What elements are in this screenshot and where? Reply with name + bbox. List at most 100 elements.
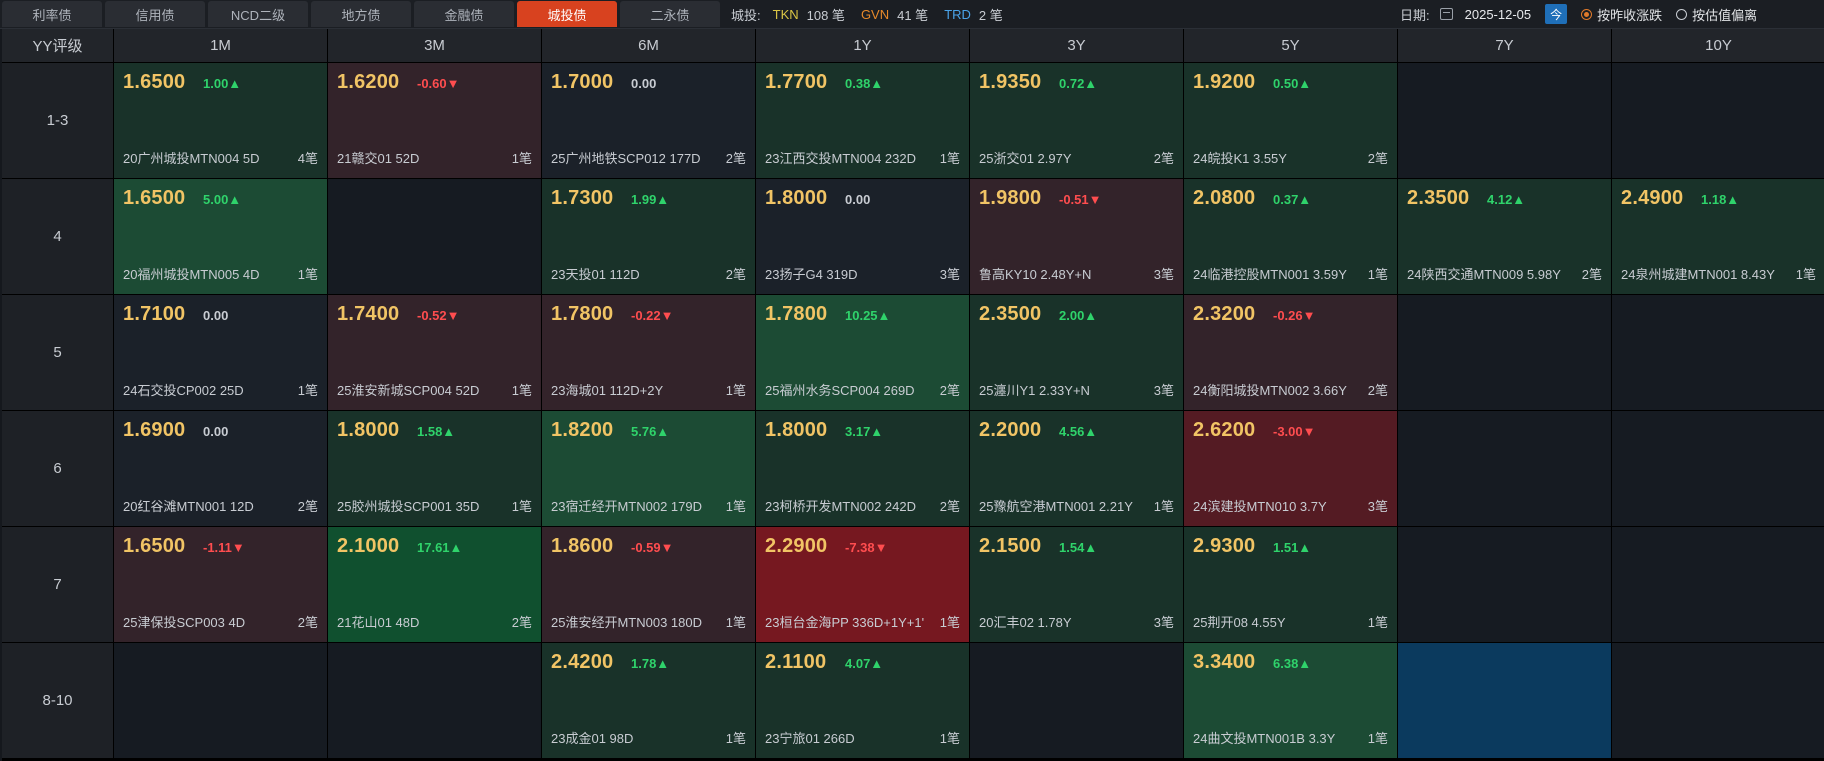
yield-price: 2.3200 [1193, 303, 1256, 325]
change-bp: 1.78▲ [631, 656, 670, 671]
gvn-count: 41 笔 [897, 7, 929, 23]
radio-valuation-deviation[interactable]: 按估值偏离 [1676, 5, 1757, 24]
bond-name: 24临港控股MTN001 3.59Y [1193, 267, 1347, 282]
quote-cell[interactable]: 2.2900 -7.38▼ 23桓台金海PP 336D+1Y+1' 1笔 [756, 527, 969, 642]
empty-cell [328, 179, 541, 294]
bond-name: 20福州城投MTN005 4D [123, 267, 260, 282]
trade-count: 2笔 [297, 499, 318, 514]
tab-credit-bonds[interactable]: 信用债 [105, 1, 205, 27]
change-bp: 0.00 [203, 308, 229, 323]
quote-cell[interactable]: 1.6500 -1.11▼ 25津保投SCP003 4D 2笔 [114, 527, 327, 642]
bond-name: 24衡阳城投MTN002 3.66Y [1193, 383, 1347, 398]
quote-cell[interactable]: 2.6200 -3.00▼ 24滨建投MTN010 3.7Y 3笔 [1184, 411, 1397, 526]
tenor-header[interactable]: 3M [328, 29, 541, 62]
date-input[interactable]: 2025-12-05 [1465, 7, 1532, 22]
quote-cell[interactable]: 1.7400 -0.52▼ 25淮安新城SCP004 52D 1笔 [328, 295, 541, 410]
yield-price: 1.8600 [551, 535, 614, 557]
change-bp: 0.37▲ [1273, 192, 1312, 207]
tenor-header[interactable]: 1M [114, 29, 327, 62]
today-button[interactable]: 今 [1545, 4, 1568, 24]
tenor-header[interactable]: 7Y [1398, 29, 1611, 62]
quote-cell[interactable]: 1.8000 0.00 23扬子G4 319D 3笔 [756, 179, 969, 294]
tab-ncd-secondary[interactable]: NCD二级 [208, 1, 308, 27]
tab-rate-bonds[interactable]: 利率债 [2, 1, 102, 27]
yield-price: 2.4200 [551, 651, 614, 673]
quote-cell[interactable]: 1.9200 0.50▲ 24皖投K1 3.55Y 2笔 [1184, 63, 1397, 178]
yield-price: 1.7800 [765, 303, 828, 325]
change-bp: 17.61▲ [417, 540, 463, 555]
trade-count: 1笔 [1795, 267, 1816, 282]
quote-cell[interactable]: 1.6500 1.00▲ 20广州城投MTN004 5D 4笔 [114, 63, 327, 178]
empty-cell [328, 643, 541, 758]
quote-cell[interactable]: 2.4200 1.78▲ 23成金01 98D 1笔 [542, 643, 755, 758]
quote-cell[interactable]: 1.8000 1.58▲ 25胶州城投SCP001 35D 1笔 [328, 411, 541, 526]
quote-cell[interactable]: 2.4900 1.18▲ 24泉州城建MTN001 8.43Y 1笔 [1612, 179, 1824, 294]
category-tabs: 利率债 信用债 NCD二级 地方债 金融债 城投债 二永债 [2, 1, 723, 28]
bond-name: 24滨建投MTN010 3.7Y [1193, 499, 1327, 514]
bond-name: 20红谷滩MTN001 12D [123, 499, 254, 514]
quote-cell[interactable]: 1.8200 5.76▲ 23宿迁经开MTN002 179D 1笔 [542, 411, 755, 526]
tab-lgfv-bonds[interactable]: 城投债 [517, 1, 617, 27]
tenor-header[interactable]: 10Y [1612, 29, 1824, 62]
bond-name: 25瀍川Y1 2.33Y+N [979, 383, 1090, 398]
tenor-header[interactable]: 1Y [756, 29, 969, 62]
quote-cell[interactable]: 1.7800 10.25▲ 25福州水务SCP004 269D 2笔 [756, 295, 969, 410]
quote-cell[interactable]: 1.7800 -0.22▼ 23海城01 112D+2Y 1笔 [542, 295, 755, 410]
quote-cell[interactable]: 1.8600 -0.59▼ 25淮安经开MTN003 180D 1笔 [542, 527, 755, 642]
quote-cell[interactable]: 1.6500 5.00▲ 20福州城投MTN005 4D 1笔 [114, 179, 327, 294]
empty-cell [1398, 411, 1611, 526]
change-bp: -0.59▼ [631, 540, 674, 555]
radio-prev-close-change[interactable]: 按昨收涨跌 [1581, 5, 1662, 24]
trade-count: 4笔 [297, 151, 318, 166]
quote-cell[interactable]: 2.3500 4.12▲ 24陕西交通MTN009 5.98Y 2笔 [1398, 179, 1611, 294]
tab-tier2-perpetual[interactable]: 二永债 [620, 1, 720, 27]
calendar-icon[interactable] [1439, 8, 1453, 20]
bond-name: 24陕西交通MTN009 5.98Y [1407, 267, 1561, 282]
empty-cell [1612, 63, 1824, 178]
trade-count: 3笔 [1153, 383, 1174, 398]
top-toolbar: 利率债 信用债 NCD二级 地方债 金融债 城投债 二永债 城投: TKN 10… [0, 0, 1824, 29]
change-bp: 5.00▲ [203, 192, 242, 207]
quote-cell[interactable]: 2.1000 17.61▲ 21花山01 48D 2笔 [328, 527, 541, 642]
quote-cell[interactable]: 1.7100 0.00 24石交投CP002 25D 1笔 [114, 295, 327, 410]
quote-cell[interactable]: 1.8000 3.17▲ 23柯桥开发MTN002 242D 2笔 [756, 411, 969, 526]
quote-cell[interactable]: 3.3400 6.38▲ 24曲文投MTN001B 3.3Y 1笔 [1184, 643, 1397, 758]
quote-cell[interactable]: 2.0800 0.37▲ 24临港控股MTN001 3.59Y 1笔 [1184, 179, 1397, 294]
trade-count: 1笔 [511, 383, 532, 398]
tkn-label: TKN [772, 6, 799, 22]
bond-name: 25广州地铁SCP012 177D [551, 151, 701, 166]
quote-cell[interactable]: 2.3500 2.00▲ 25瀍川Y1 2.33Y+N 3笔 [970, 295, 1183, 410]
quote-cell[interactable]: 1.7000 0.00 25广州地铁SCP012 177D 2笔 [542, 63, 755, 178]
empty-cell [1398, 63, 1611, 178]
quote-cell[interactable]: 2.3200 -0.26▼ 24衡阳城投MTN002 3.66Y 2笔 [1184, 295, 1397, 410]
quote-cell[interactable]: 2.2000 4.56▲ 25豫航空港MTN001 2.21Y 1笔 [970, 411, 1183, 526]
tenor-header[interactable]: 5Y [1184, 29, 1397, 62]
bond-name: 25豫航空港MTN001 2.21Y [979, 499, 1133, 514]
tenor-header[interactable]: 6M [542, 29, 755, 62]
yield-price: 2.3500 [1407, 187, 1470, 209]
yield-price: 2.1100 [765, 651, 827, 673]
quote-cell[interactable]: 1.9800 -0.51▼ 鲁高KY10 2.48Y+N 3笔 [970, 179, 1183, 294]
tab-financial-bonds[interactable]: 金融债 [414, 1, 514, 27]
quote-cell[interactable]: 1.7700 0.38▲ 23江西交投MTN004 232D 1笔 [756, 63, 969, 178]
quote-cell[interactable]: 2.1500 1.54▲ 20汇丰02 1.78Y 3笔 [970, 527, 1183, 642]
tab-local-gov-bonds[interactable]: 地方债 [311, 1, 411, 27]
date-controls: 日期: 2025-12-05 今 按昨收涨跌 按估值偏离 [1400, 0, 1771, 28]
yield-price: 1.8200 [551, 419, 614, 441]
empty-cell [114, 643, 327, 758]
quote-cell[interactable]: 1.6200 -0.60▼ 21赣交01 52D 1笔 [328, 63, 541, 178]
quote-cell[interactable]: 1.9350 0.72▲ 25浙交01 2.97Y 2笔 [970, 63, 1183, 178]
change-bp: 0.50▲ [1273, 76, 1312, 91]
bond-name: 鲁高KY10 2.48Y+N [979, 267, 1092, 282]
tenor-header[interactable]: 3Y [970, 29, 1183, 62]
quote-cell[interactable]: 1.7300 1.99▲ 23天投01 112D 2笔 [542, 179, 755, 294]
quote-cell[interactable]: 1.6900 0.00 20红谷滩MTN001 12D 2笔 [114, 411, 327, 526]
trade-count: 3笔 [939, 267, 960, 282]
quote-cell[interactable]: 2.9300 1.51▲ 25荆开08 4.55Y 1笔 [1184, 527, 1397, 642]
yield-price: 1.7300 [551, 187, 614, 209]
radio-label: 按昨收涨跌 [1597, 7, 1663, 23]
trd-count: 2 笔 [978, 7, 1003, 23]
quote-cell[interactable]: 2.1100 4.07▲ 23宁旅01 266D 1笔 [756, 643, 969, 758]
bond-name: 25淮安经开MTN003 180D [551, 615, 702, 630]
empty-cell [1612, 527, 1824, 642]
